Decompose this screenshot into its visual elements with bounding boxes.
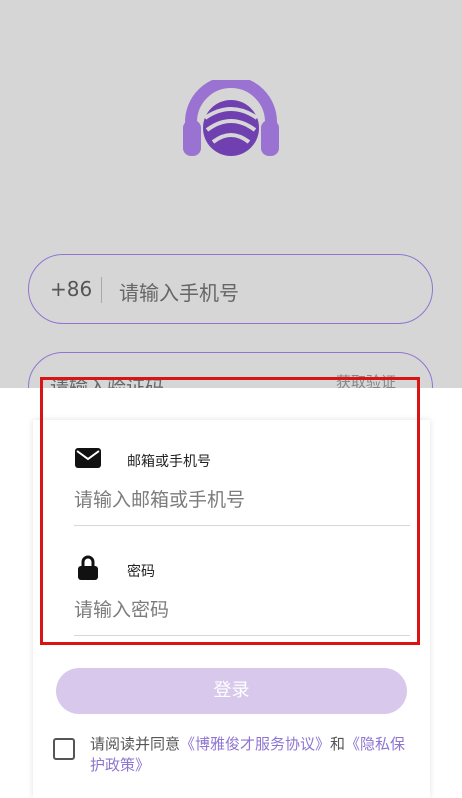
headphones-logo-icon — [183, 80, 279, 156]
service-agreement-link[interactable]: 《博雅俊才服务协议》 — [180, 735, 330, 753]
agreement-and: 和 — [330, 735, 346, 753]
phone-placeholder: 请输入手机号 — [119, 281, 239, 305]
background-screen: +86 请输入手机号 请输入验证码 获取验证 — [0, 0, 462, 422]
agreement-checkbox[interactable] — [53, 738, 75, 760]
agreement-prefix: 请阅读并同意 — [90, 735, 181, 753]
login-button[interactable]: 登录 — [56, 668, 407, 714]
country-code[interactable]: +86 — [50, 277, 92, 301]
selection-highlight — [40, 377, 420, 645]
divider — [101, 277, 102, 303]
agreement-text: 请阅读并同意《博雅俊才服务协议》和《隐私保护政策》 — [90, 734, 420, 776]
phone-input-field[interactable]: +86 请输入手机号 — [28, 254, 433, 324]
